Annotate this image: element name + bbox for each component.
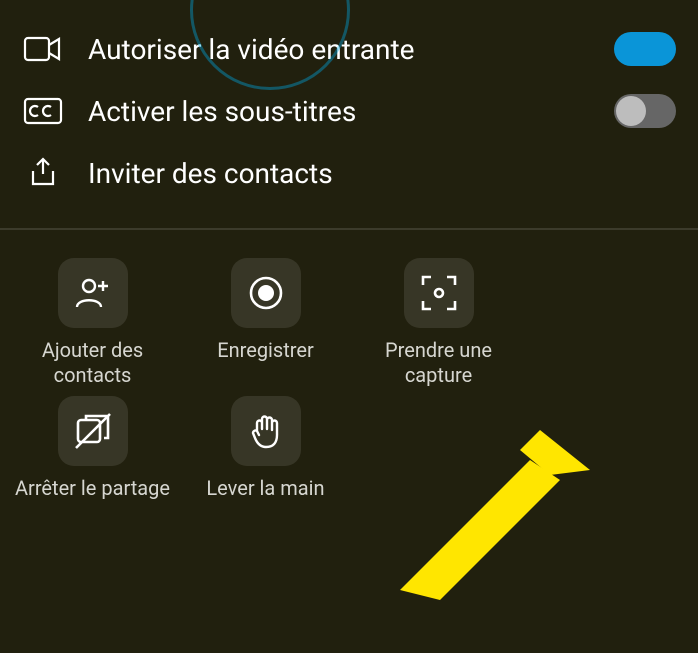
share-icon bbox=[22, 156, 64, 190]
toggle-captions[interactable] bbox=[614, 94, 676, 128]
action-label: Enregistrer bbox=[217, 338, 314, 363]
stop-share-button[interactable] bbox=[58, 396, 128, 466]
toggle-knob bbox=[616, 96, 646, 126]
option-allow-incoming-video[interactable]: Autoriser la vidéo entrante bbox=[0, 18, 698, 80]
option-enable-captions[interactable]: Activer les sous-titres bbox=[0, 80, 698, 142]
option-label: Autoriser la vidéo entrante bbox=[88, 33, 590, 66]
options-list: Autoriser la vidéo entrante Activer les … bbox=[0, 0, 698, 204]
action-label: Prendre une capture bbox=[356, 338, 521, 388]
hand-icon bbox=[246, 411, 286, 451]
capture-icon bbox=[418, 272, 460, 314]
action-screenshot: Prendre une capture bbox=[356, 258, 521, 388]
add-contacts-button[interactable] bbox=[58, 258, 128, 328]
raise-hand-button[interactable] bbox=[231, 396, 301, 466]
toggle-allow-video[interactable] bbox=[614, 32, 676, 66]
screenshot-button[interactable] bbox=[404, 258, 474, 328]
action-label: Ajouter des contacts bbox=[10, 338, 175, 388]
add-person-icon bbox=[73, 273, 113, 313]
video-icon bbox=[22, 35, 64, 63]
captions-icon bbox=[22, 97, 64, 125]
option-label: Activer les sous-titres bbox=[88, 95, 590, 128]
action-record: Enregistrer bbox=[183, 258, 348, 388]
stop-share-icon bbox=[72, 410, 114, 452]
record-button[interactable] bbox=[231, 258, 301, 328]
actions-grid: Ajouter des contacts Enregistrer bbox=[0, 248, 698, 501]
record-icon bbox=[246, 273, 286, 313]
action-raise-hand: Lever la main bbox=[183, 396, 348, 501]
action-add-contacts: Ajouter des contacts bbox=[10, 258, 175, 388]
option-label: Inviter des contacts bbox=[88, 157, 676, 190]
divider bbox=[0, 228, 698, 230]
option-invite-contacts[interactable]: Inviter des contacts bbox=[0, 142, 698, 204]
action-stop-share: Arrêter le partage bbox=[10, 396, 175, 501]
toggle-knob bbox=[644, 34, 674, 64]
action-label: Arrêter le partage bbox=[15, 476, 170, 501]
action-label: Lever la main bbox=[206, 476, 324, 501]
